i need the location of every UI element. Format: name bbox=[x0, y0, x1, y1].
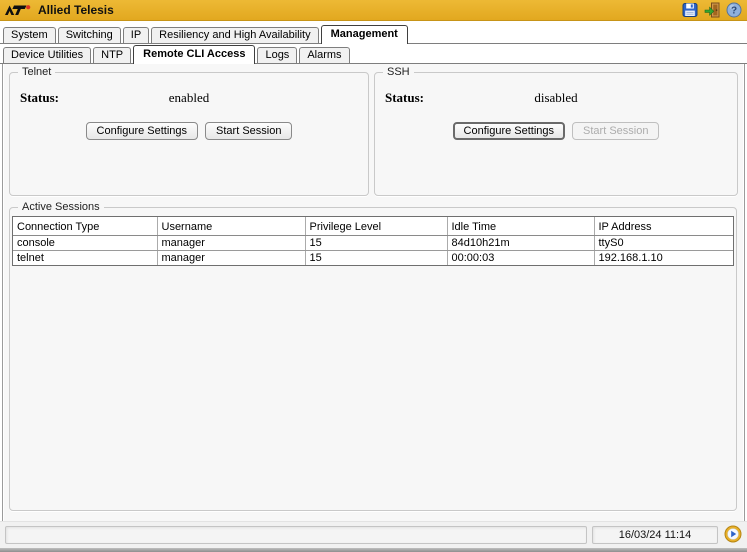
session-row-console[interactable]: console manager 15 84d10h21m ttyS0 bbox=[13, 236, 733, 251]
active-sessions-legend: Active Sessions bbox=[18, 201, 104, 213]
app-title: Allied Telesis bbox=[38, 3, 114, 17]
secondary-tabstrip: Device Utilities NTP Remote CLI Access L… bbox=[0, 44, 747, 64]
telnet-start-session-button[interactable]: Start Session bbox=[205, 122, 292, 140]
tab-ntp[interactable]: NTP bbox=[93, 47, 131, 63]
table-header-row: Connection Type Username Privilege Level… bbox=[13, 217, 733, 236]
cell-connection-type: console bbox=[13, 236, 157, 251]
tab-alarms[interactable]: Alarms bbox=[299, 47, 349, 63]
ssh-buttons: Configure Settings Start Session bbox=[375, 122, 737, 140]
telnet-status-label: Status: bbox=[20, 90, 59, 106]
app-window: { "titlebar": { "title": "Allied Telesis… bbox=[0, 0, 747, 552]
tab-logs[interactable]: Logs bbox=[257, 47, 297, 63]
session-row-telnet[interactable]: telnet manager 15 00:00:03 192.168.1.10 bbox=[13, 251, 733, 266]
active-sessions-table-wrap: Connection Type Username Privilege Level… bbox=[12, 216, 734, 266]
clock-refresh-icon[interactable] bbox=[724, 525, 742, 543]
telnet-panel: Telnet Status: enabled Configure Setting… bbox=[9, 66, 369, 196]
telnet-status-row: Status: enabled bbox=[10, 90, 368, 106]
titlebar-actions: ? bbox=[681, 2, 742, 19]
ssh-panel: SSH Status: disabled Configure Settings … bbox=[374, 66, 738, 196]
primary-tabstrip: System Switching IP Resiliency and High … bbox=[0, 24, 747, 44]
telnet-status-value: enabled bbox=[169, 90, 209, 106]
ssh-start-session-button[interactable]: Start Session bbox=[572, 122, 659, 140]
col-header-connection-type[interactable]: Connection Type bbox=[13, 217, 157, 236]
col-header-ip-address[interactable]: IP Address bbox=[594, 217, 733, 236]
col-header-idle-time[interactable]: Idle Time bbox=[447, 217, 594, 236]
cell-privilege-level: 15 bbox=[305, 236, 447, 251]
telnet-configure-settings-button[interactable]: Configure Settings bbox=[86, 122, 199, 140]
ssh-status-row: Status: disabled bbox=[375, 90, 737, 106]
cell-idle-time: 00:00:03 bbox=[447, 251, 594, 266]
cell-privilege-level: 15 bbox=[305, 251, 447, 266]
svg-text:?: ? bbox=[730, 6, 736, 17]
logout-icon[interactable] bbox=[703, 2, 720, 19]
active-sessions-table: Connection Type Username Privilege Level… bbox=[13, 217, 733, 265]
statusbar-datetime: 16/03/24 11:14 bbox=[592, 526, 718, 544]
cell-username: manager bbox=[157, 251, 305, 266]
cell-ip-address: ttyS0 bbox=[594, 236, 733, 251]
tab-management[interactable]: Management bbox=[321, 25, 408, 44]
allied-telesis-logo-icon bbox=[5, 4, 32, 17]
cell-connection-type: telnet bbox=[13, 251, 157, 266]
save-icon[interactable] bbox=[681, 2, 698, 19]
active-sessions-panel: Active Sessions Connection Type Username… bbox=[9, 201, 737, 511]
ssh-status-label: Status: bbox=[385, 90, 424, 106]
ssh-status-value: disabled bbox=[534, 90, 577, 106]
statusbar-message-panel bbox=[5, 526, 587, 544]
ssh-configure-settings-button[interactable]: Configure Settings bbox=[453, 122, 566, 140]
telnet-panel-legend: Telnet bbox=[18, 66, 55, 78]
tab-system[interactable]: System bbox=[3, 27, 56, 43]
help-icon[interactable]: ? bbox=[725, 2, 742, 19]
tab-remote-cli-access[interactable]: Remote CLI Access bbox=[133, 45, 255, 64]
window-bottom-edge bbox=[0, 548, 747, 552]
col-header-privilege-level[interactable]: Privilege Level bbox=[305, 217, 447, 236]
titlebar: Allied Telesis ? bbox=[0, 0, 747, 21]
ssh-panel-legend: SSH bbox=[383, 66, 414, 78]
tab-switching[interactable]: Switching bbox=[58, 27, 121, 43]
remote-cli-access-pane: Telnet Status: enabled Configure Setting… bbox=[2, 64, 745, 524]
tab-device-utilities[interactable]: Device Utilities bbox=[3, 47, 91, 63]
cell-username: manager bbox=[157, 236, 305, 251]
statusbar: 16/03/24 11:14 bbox=[0, 521, 747, 548]
tab-ip[interactable]: IP bbox=[123, 27, 149, 43]
col-header-username[interactable]: Username bbox=[157, 217, 305, 236]
cell-idle-time: 84d10h21m bbox=[447, 236, 594, 251]
telnet-buttons: Configure Settings Start Session bbox=[10, 122, 368, 140]
cell-ip-address: 192.168.1.10 bbox=[594, 251, 733, 266]
tab-resiliency-and-high-availability[interactable]: Resiliency and High Availability bbox=[151, 27, 318, 43]
